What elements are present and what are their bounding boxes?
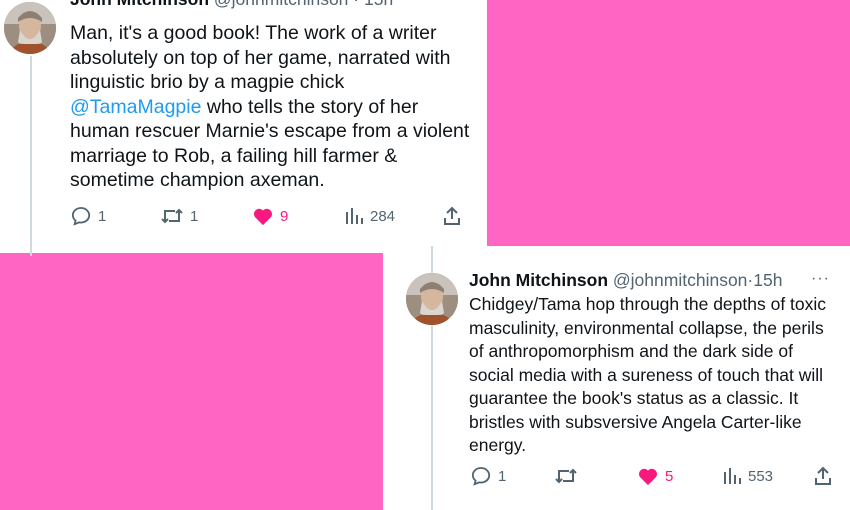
avatar[interactable] — [406, 273, 458, 325]
views-button[interactable]: 284 — [344, 206, 395, 226]
views-button[interactable]: 553 — [722, 466, 773, 486]
thread-line — [30, 56, 32, 256]
avatar-photo-icon — [406, 273, 458, 325]
tweet-time[interactable]: 15h — [364, 0, 393, 9]
tweet2-header: John Mitchinson @johnmitchinson·15h — [469, 270, 783, 290]
author-handle[interactable]: @johnmitchinson — [613, 270, 748, 290]
retweet-count: 1 — [190, 207, 199, 225]
tweet1-header: John Mitchinson @johnmitchinson · 15h — [70, 0, 393, 10]
like-button[interactable]: 5 — [637, 466, 673, 486]
tweet2-text: Chidgey/Tama hop through the depths of t… — [469, 294, 827, 455]
heart-icon — [253, 208, 273, 226]
share-button[interactable] — [813, 466, 833, 486]
views-icon — [346, 208, 363, 224]
tweet1-text: Man, it's a good book! The work of a wri… — [70, 21, 476, 193]
view-count: 553 — [748, 467, 774, 485]
reply-count: 1 — [498, 467, 507, 485]
heart-icon — [638, 468, 658, 486]
retweet-icon — [555, 468, 577, 484]
author-name[interactable]: John Mitchinson — [469, 270, 608, 290]
like-count: 5 — [665, 467, 674, 485]
share-icon — [444, 206, 460, 225]
tweet-time[interactable]: 15h — [753, 270, 782, 290]
like-count: 9 — [280, 207, 289, 225]
mention-link[interactable]: @TamaMagpie — [70, 96, 201, 118]
author-name[interactable]: John Mitchinson — [70, 0, 209, 9]
retweet-icon — [161, 208, 183, 224]
avatar[interactable] — [4, 2, 56, 54]
author-handle[interactable]: @johnmitchinson — [214, 0, 349, 9]
retweet-button[interactable]: 1 — [160, 206, 198, 226]
reply-icon — [71, 207, 91, 226]
reply-button[interactable]: 1 — [70, 206, 106, 226]
share-button[interactable] — [442, 206, 462, 226]
like-button[interactable]: 9 — [252, 206, 288, 226]
avatar-photo-icon — [4, 2, 56, 54]
views-icon — [724, 468, 741, 484]
reply-count: 1 — [98, 207, 107, 225]
reply-button[interactable]: 1 — [470, 466, 506, 486]
tweet1-text-part1: Man, it's a good book! The work of a wri… — [70, 22, 451, 93]
more-icon[interactable]: ··· — [811, 270, 830, 288]
retweet-button[interactable] — [554, 466, 584, 486]
reply-icon — [471, 467, 491, 486]
share-icon — [815, 466, 831, 485]
view-count: 284 — [370, 207, 396, 225]
